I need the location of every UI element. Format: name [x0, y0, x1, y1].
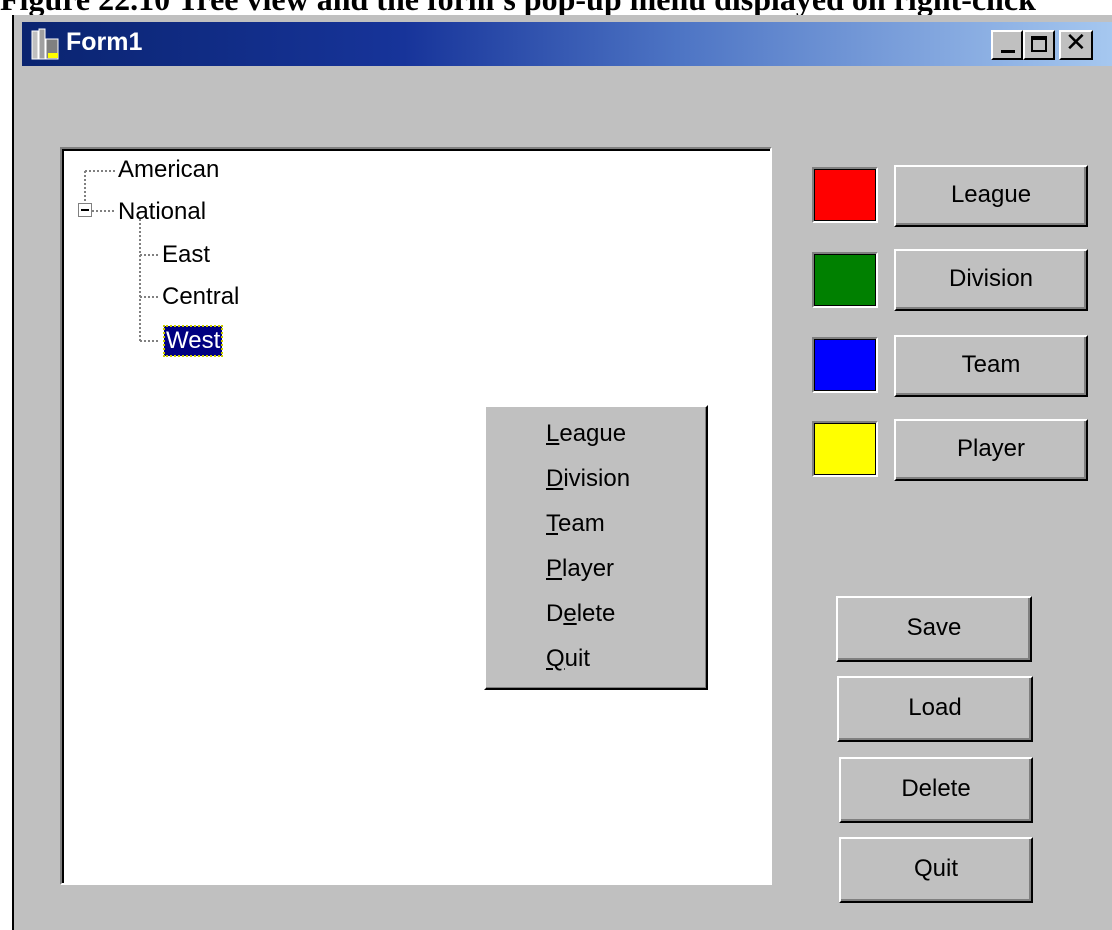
menu-item-division[interactable]: Division: [546, 464, 630, 494]
tree-node-central[interactable]: Central: [160, 282, 241, 312]
tree-node-east[interactable]: East: [160, 240, 212, 270]
player-color-swatch[interactable]: [812, 421, 878, 477]
app-icon: [31, 28, 59, 60]
menu-item-delete[interactable]: Delete: [546, 599, 615, 629]
division-color-fill: [814, 254, 876, 306]
league-color-fill: [814, 169, 876, 221]
tree-node-west[interactable]: West: [162, 325, 224, 357]
menu-item-league[interactable]: League: [546, 419, 626, 449]
menu-item-team[interactable]: Team: [546, 509, 605, 539]
team-button[interactable]: Team: [894, 335, 1088, 397]
save-button[interactable]: Save: [836, 596, 1032, 662]
league-color-swatch[interactable]: [812, 167, 878, 223]
minimize-icon: [1001, 50, 1015, 53]
maximize-icon: [1031, 36, 1047, 52]
close-icon: ✕: [1065, 28, 1087, 58]
player-button[interactable]: Player: [894, 419, 1088, 481]
delete-button[interactable]: Delete: [839, 757, 1033, 823]
form-window: Form1 ✕ American National East Central W…: [12, 15, 1112, 930]
quit-button[interactable]: Quit: [839, 837, 1033, 903]
division-button[interactable]: Division: [894, 249, 1088, 311]
tree-node-national[interactable]: National: [116, 197, 208, 227]
close-button[interactable]: ✕: [1059, 30, 1093, 60]
team-color-fill: [814, 339, 876, 391]
context-menu: League Division Team Player Delete Quit: [484, 405, 708, 690]
load-button[interactable]: Load: [837, 676, 1033, 742]
menu-item-player[interactable]: Player: [546, 554, 614, 584]
division-color-swatch[interactable]: [812, 252, 878, 308]
window-title: Form1: [66, 28, 143, 56]
minimize-button[interactable]: [991, 30, 1023, 60]
team-color-swatch[interactable]: [812, 337, 878, 393]
player-color-fill: [814, 423, 876, 475]
title-bar[interactable]: Form1 ✕: [22, 22, 1112, 66]
league-button[interactable]: League: [894, 165, 1088, 227]
maximize-button[interactable]: [1023, 30, 1055, 60]
tree-node-american[interactable]: American: [116, 155, 221, 185]
expand-collapse-icon[interactable]: [78, 203, 92, 217]
menu-item-quit[interactable]: Quit: [546, 644, 590, 674]
